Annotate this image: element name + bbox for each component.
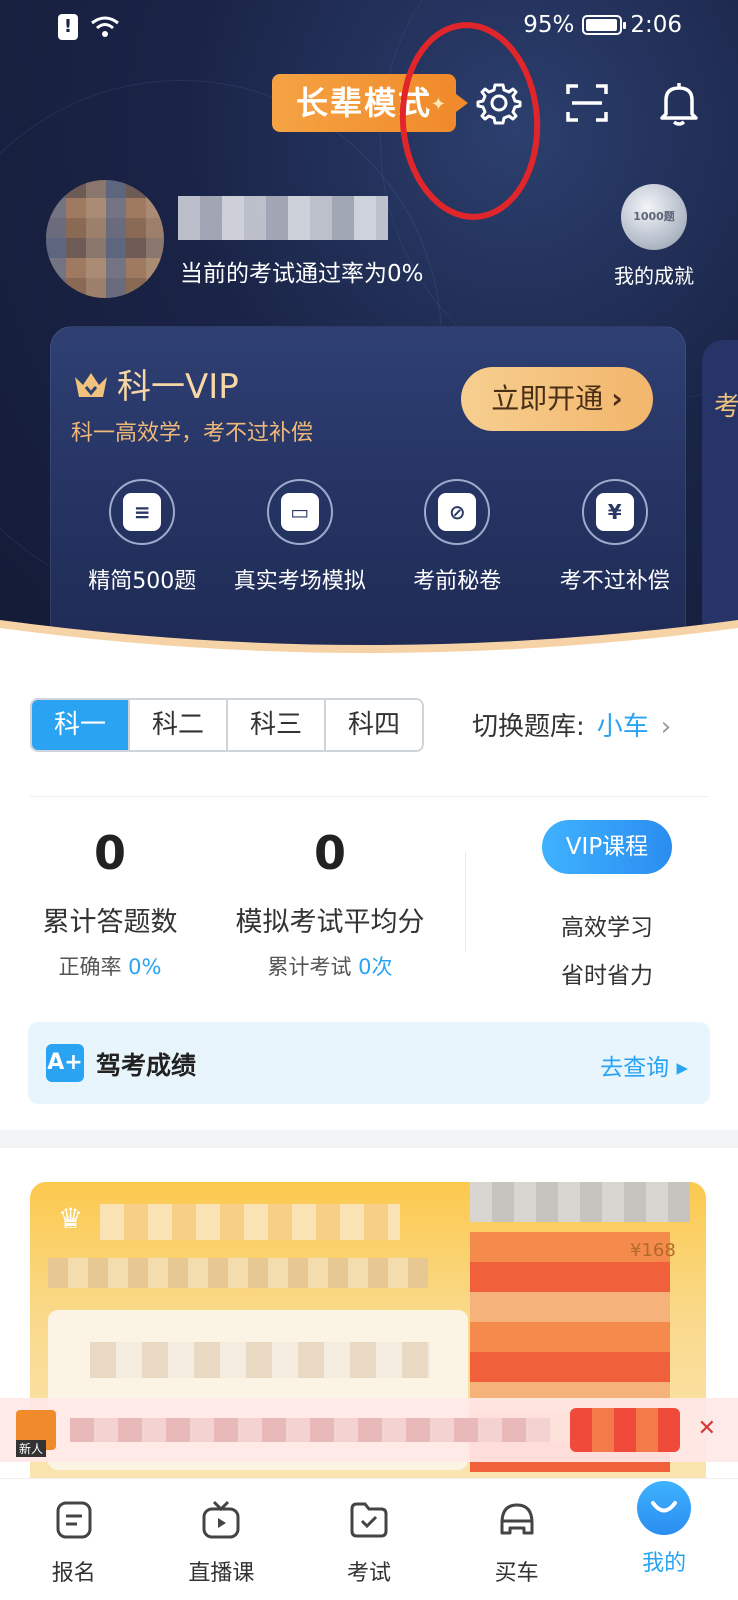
tab-subject-2[interactable]: 科二 — [128, 700, 226, 750]
crown-icon: ♛ — [58, 1202, 84, 1235]
next-vip-card[interactable]: 考 — [702, 340, 738, 640]
monitor-icon: ▭ — [280, 493, 319, 531]
exam-count-value: 0次 — [358, 955, 393, 979]
caret-right-icon: ▸ — [676, 1055, 688, 1081]
blurred-tip-text — [70, 1418, 550, 1442]
crown-icon — [75, 373, 107, 397]
activate-vip-button[interactable]: 立即开通 › — [461, 367, 653, 431]
medal-text: 1000题 — [633, 210, 675, 223]
nav-label: 我的 — [642, 1551, 687, 1576]
bottom-nav: 报名 直播课 考试 买车 我的 — [0, 1478, 738, 1600]
mock-exam-avg-label: 模拟考试平均分 — [235, 907, 425, 938]
course-tagline-2: 省时省力 — [561, 963, 653, 989]
username-blurred — [178, 196, 388, 240]
tab-subject-3[interactable]: 科三 — [226, 700, 324, 750]
close-icon[interactable]: ✕ — [698, 1416, 716, 1441]
new-user-tip-blurred[interactable]: 新人 ✕ — [0, 1398, 738, 1462]
bell-icon — [660, 83, 698, 126]
answered-count-stat[interactable]: 0 累计答题数 正确率 0% — [30, 826, 190, 981]
tab-subject-4[interactable]: 科四 — [324, 700, 422, 750]
tv-icon — [202, 1500, 240, 1539]
grade-icon: A+ — [46, 1044, 84, 1082]
nav-buy-car[interactable]: 买车 — [443, 1479, 591, 1600]
switch-question-bank[interactable]: 切换题库: 小车 › — [472, 706, 671, 743]
chevron-right-icon: › — [660, 712, 672, 742]
new-user-tag: 新人 — [16, 1440, 47, 1457]
smile-icon — [637, 1481, 692, 1535]
blurred-title — [100, 1204, 400, 1240]
feature-secret-papers[interactable]: ⊘ 考前秘卷 — [385, 479, 530, 595]
battery-icon — [582, 15, 627, 35]
price-hint: ¥168 — [630, 1240, 676, 1261]
next-card-text: 考 — [714, 392, 738, 422]
vip-subtitle: 科一高效学，考不过补偿 — [71, 421, 314, 446]
nav-signup[interactable]: 报名 — [0, 1479, 148, 1600]
clock: 2:06 — [630, 12, 682, 38]
alert-icon: ! — [58, 14, 78, 40]
course-tagline-1: 高效学习 — [561, 915, 653, 941]
nav-live-class[interactable]: 直播课 — [148, 1479, 296, 1600]
answered-count-label: 累计答题数 — [42, 907, 178, 938]
nav-label: 考试 — [346, 1561, 391, 1586]
document-icon: ≡ — [123, 493, 162, 531]
pass-rate-text: 当前的考试通过率为0% — [180, 261, 424, 287]
feature-label: 考前秘卷 — [413, 569, 502, 594]
feature-real-exam-simulation[interactable]: ▭ 真实考场模拟 — [228, 479, 373, 595]
medal-icon: 1000题 — [621, 184, 687, 250]
section-gap — [0, 1130, 738, 1148]
vip-course-button[interactable]: VIP课程 — [542, 820, 672, 874]
promo-banner-blurred[interactable]: ♛ ¥168 — [30, 1182, 706, 1512]
yen-ticket-icon: ¥ — [595, 493, 634, 531]
my-achievements[interactable]: 1000题 我的成就 — [606, 184, 702, 289]
exam-folder-icon — [350, 1502, 388, 1538]
car-icon — [500, 1503, 534, 1535]
vip-card: 科一VIP 科一高效学，考不过补偿 立即开通 › ≡ 精简500题 ▭ 真实考场模… — [50, 326, 686, 656]
mock-exam-avg-stat[interactable]: 0 模拟考试平均分 累计考试 0次 — [220, 826, 440, 981]
feature-fail-compensation[interactable]: ¥ 考不过补偿 — [543, 479, 688, 595]
accuracy-label: 正确率 — [58, 955, 122, 979]
blurred-tip-button — [570, 1408, 680, 1452]
mock-exam-avg: 0 — [313, 826, 346, 880]
wifi-icon — [91, 16, 119, 37]
battery-percent: 95% — [523, 12, 575, 38]
notification-button[interactable] — [654, 78, 704, 128]
scan-icon — [566, 84, 608, 122]
nav-label: 直播课 — [188, 1561, 255, 1586]
achievements-label: 我的成就 — [614, 264, 694, 288]
chevron-right-icon: › — [611, 382, 623, 415]
answered-count: 0 — [93, 826, 126, 880]
feature-500-questions[interactable]: ≡ 精简500题 — [70, 479, 215, 595]
avatar[interactable] — [46, 180, 164, 298]
blurred-subtitle — [48, 1258, 428, 1288]
nav-mine[interactable]: 我的 — [590, 1479, 738, 1600]
exam-count-label: 累计考试 — [267, 955, 352, 979]
subject-tabs: 科一 科二 科三 科四 — [30, 698, 424, 752]
blurred-items — [90, 1342, 430, 1378]
blurred-corner — [470, 1182, 690, 1222]
switch-bank-value: 小车 — [596, 712, 649, 742]
tab-subject-1[interactable]: 科一 — [32, 700, 128, 750]
header-wave — [0, 620, 738, 680]
exam-score-banner[interactable]: A+ 驾考成绩 去查询 ▸ — [28, 1022, 710, 1104]
divider — [30, 796, 708, 797]
activate-vip-label: 立即开通 — [491, 382, 604, 415]
nav-label: 报名 — [51, 1561, 96, 1586]
feature-label: 精简500题 — [88, 569, 197, 594]
feature-label: 真实考场模拟 — [233, 569, 366, 594]
status-bar: ! 95% 2:06 — [0, 0, 738, 56]
clipboard-icon: ⊘ — [438, 493, 477, 531]
scan-button[interactable] — [562, 78, 612, 128]
accuracy-value: 0% — [128, 955, 162, 979]
score-title: 驾考成绩 — [96, 1051, 197, 1080]
query-score-label: 去查询 — [600, 1055, 670, 1081]
nav-exam[interactable]: 考试 — [295, 1479, 443, 1600]
stats-separator — [465, 852, 466, 952]
feature-label: 考不过补偿 — [559, 569, 670, 594]
switch-bank-label: 切换题库: — [472, 712, 585, 742]
query-score-link[interactable]: 去查询 ▸ — [600, 1048, 688, 1082]
nav-label: 买车 — [494, 1561, 539, 1586]
signup-icon — [56, 1501, 92, 1539]
vip-title: 科一VIP — [117, 367, 239, 407]
